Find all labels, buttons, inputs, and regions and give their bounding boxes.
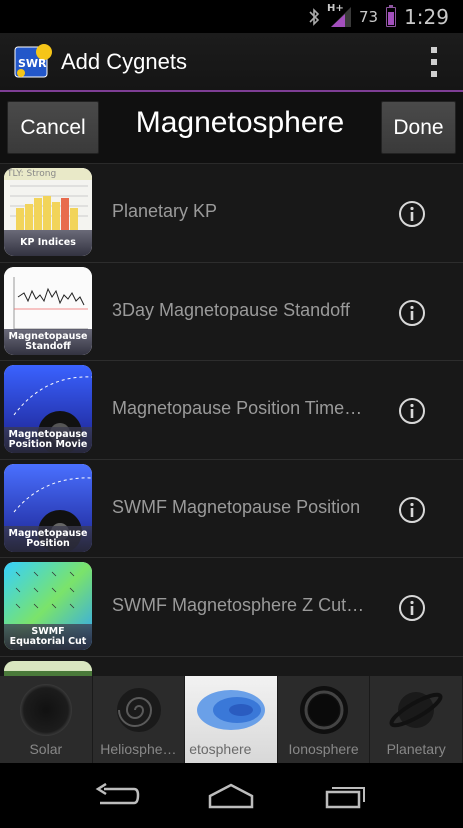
- partial-thumbnail: [4, 660, 92, 676]
- list-item[interactable]: Magnetopause Position SWMF Magnetopause …: [0, 459, 463, 558]
- cygnet-list[interactable]: TLY: Strong KP Indices Planetary KP Magn…: [0, 164, 463, 676]
- back-button[interactable]: [92, 781, 142, 811]
- magnetosphere-icon: [197, 690, 266, 730]
- back-icon: [95, 782, 140, 804]
- status-bar: H+ 73 1:29: [0, 0, 463, 33]
- overflow-menu-icon[interactable]: [429, 47, 439, 77]
- action-bar: SWR Add Cygnets: [0, 33, 463, 90]
- planet-icon: [389, 692, 443, 728]
- list-item-label: 3Day Magnetopause Standoff: [112, 299, 350, 320]
- tab-ionosphere[interactable]: Ionosphere: [277, 676, 371, 763]
- thumb-caption: KP Indices: [4, 230, 92, 256]
- system-nav-bar: [0, 763, 463, 828]
- magnetopause-movie-thumbnail: Magnetopause Position Movie: [4, 365, 92, 453]
- battery-percent: 73: [358, 7, 379, 26]
- sun-icon: [20, 684, 72, 736]
- category-tabs: Solar Heliosphe… etosphere Ionosphere Pl…: [0, 676, 463, 763]
- cancel-button[interactable]: Cancel: [7, 101, 99, 154]
- category-header: Cancel Magnetosphere Done: [0, 92, 463, 164]
- ring-icon: [299, 686, 348, 734]
- info-icon[interactable]: [398, 594, 426, 622]
- list-item-label: Magnetopause Position Time…: [112, 398, 363, 418]
- list-item-label: Planetary KP: [112, 201, 218, 221]
- list-item[interactable]: [0, 656, 463, 676]
- tab-label: Solar: [29, 741, 63, 757]
- bluetooth-icon: [309, 7, 320, 26]
- list-item[interactable]: TLY: Strong KP Indices Planetary KP: [0, 164, 463, 263]
- tab-heliosphere[interactable]: Heliosphe…: [92, 676, 186, 763]
- thumb-caption: Magnetopause Standoff: [4, 328, 92, 355]
- thumb-caption: Magnetopause Position: [4, 525, 92, 552]
- list-item[interactable]: SWMF Equatorial Cut SWMF Magnetosphere Z…: [0, 558, 463, 657]
- done-button[interactable]: Done: [381, 101, 456, 154]
- info-icon[interactable]: [398, 496, 426, 524]
- list-item[interactable]: Magnetopause Standoff 3Day Magnetopause …: [0, 262, 463, 361]
- tab-label: Heliosphe…: [100, 741, 177, 757]
- home-button[interactable]: [206, 781, 256, 811]
- signal-icon: H+: [327, 3, 351, 27]
- tab-planetary[interactable]: Planetary: [370, 676, 463, 763]
- info-icon[interactable]: [398, 200, 426, 228]
- tab-label: Planetary: [386, 741, 446, 757]
- recents-icon: [325, 786, 365, 808]
- thumb-caption: SWMF Equatorial Cut: [4, 624, 92, 650]
- info-icon[interactable]: [398, 299, 426, 327]
- list-item[interactable]: Magnetopause Position Movie Magnetopause…: [0, 361, 463, 460]
- page-title: Magnetosphere: [135, 106, 345, 139]
- tab-label: Ionosphere: [288, 741, 359, 757]
- spiral-icon: [116, 688, 161, 732]
- tab-magnetosphere[interactable]: etosphere: [185, 676, 278, 763]
- app-logo-icon: SWR: [14, 43, 52, 81]
- tab-solar[interactable]: Solar: [0, 676, 93, 763]
- thumb-caption: Magnetopause Position Movie: [4, 427, 92, 453]
- info-icon[interactable]: [398, 397, 426, 425]
- list-item-label: SWMF Magnetopause Position: [112, 496, 361, 517]
- kp-indices-thumbnail: TLY: Strong KP Indices: [4, 168, 92, 256]
- tab-label: etosphere: [189, 741, 252, 757]
- swmf-equatorial-cut-thumbnail: SWMF Equatorial Cut: [4, 562, 92, 650]
- battery-icon: [386, 4, 397, 27]
- app-title: Add Cygnets: [61, 48, 187, 74]
- svg-text:SWR: SWR: [18, 57, 47, 70]
- network-type: H+: [326, 2, 344, 14]
- recents-button[interactable]: [321, 781, 371, 811]
- status-time: 1:29: [404, 4, 449, 29]
- magnetopause-standoff-thumbnail: Magnetopause Standoff: [4, 266, 92, 355]
- list-item-label: SWMF Magnetosphere Z Cut…: [112, 595, 365, 615]
- thumb-overlay-text: TLY: Strong: [7, 169, 57, 179]
- home-icon: [209, 783, 254, 808]
- magnetopause-position-thumbnail: Magnetopause Position: [4, 463, 92, 552]
